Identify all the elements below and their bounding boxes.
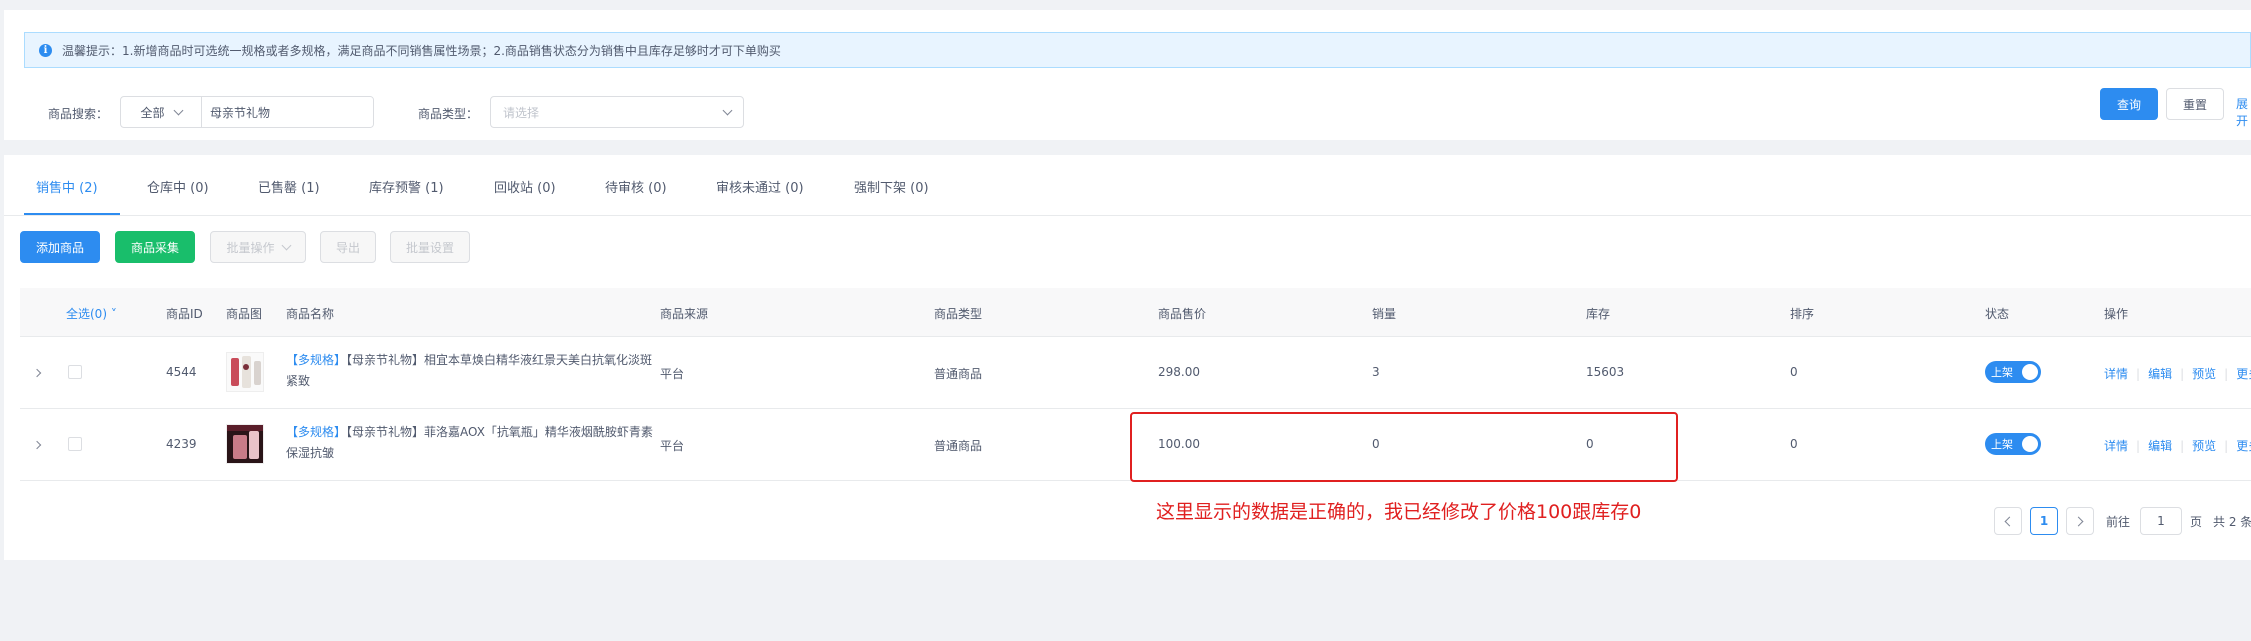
- row-checkbox[interactable]: [68, 365, 82, 379]
- next-page-button[interactable]: [2066, 507, 2094, 535]
- chevron-right-icon: [2073, 516, 2084, 526]
- query-button[interactable]: 查询: [2100, 88, 2158, 120]
- product-sales: 3: [1372, 365, 1380, 379]
- tip-text: 温馨提示：1.新增商品时可选统一规格或者多规格，满足商品不同销售属性场景；2.商…: [62, 43, 781, 58]
- row-actions: 详情|编辑|预览|更多: [2104, 365, 2251, 382]
- search-group: 全部: [120, 96, 374, 128]
- more-link[interactable]: 更多: [2236, 439, 2251, 453]
- search-card: i 温馨提示：1.新增商品时可选统一规格或者多规格，满足商品不同销售属性场景；2…: [4, 10, 2251, 140]
- row-actions: 详情|编辑|预览|更多: [2104, 437, 2251, 454]
- tab-sold-out[interactable]: 已售罄 (1): [258, 177, 320, 196]
- search-input[interactable]: [202, 97, 373, 127]
- product-source: 平台: [660, 439, 685, 453]
- product-name[interactable]: 【多规格】【母亲节礼物】菲洛嘉AOX「抗氧瓶」精华液烟酰胺虾青素保湿抗皱: [286, 422, 654, 464]
- preview-link[interactable]: 预览: [2192, 367, 2216, 381]
- table-row: 4544 【多规格】【母亲节礼物】相宜本草焕白精华液红景天美白抗氧化淡斑紧致 平…: [20, 337, 2251, 409]
- tab-warehouse[interactable]: 仓库中 (0): [147, 177, 209, 196]
- product-id: 4239: [166, 437, 197, 451]
- col-status: 状态: [1985, 307, 2010, 321]
- table-header: 全选(0) ˅ 商品ID 商品图 商品名称 商品来源 商品类型 商品售价 销量 …: [20, 288, 2251, 337]
- search-label: 商品搜索：: [48, 107, 109, 121]
- tab-on-sale[interactable]: 销售中 (2): [36, 177, 98, 196]
- chevron-down-icon: [173, 105, 183, 115]
- page-unit: 页: [2190, 515, 2203, 529]
- prev-page-button[interactable]: [1994, 507, 2022, 535]
- col-source: 商品来源: [660, 307, 709, 321]
- col-stock: 库存: [1586, 307, 1611, 321]
- preview-link[interactable]: 预览: [2192, 439, 2216, 453]
- tab-forced-off-shelf[interactable]: 强制下架 (0): [854, 177, 929, 196]
- status-switch[interactable]: 上架: [1985, 361, 2041, 383]
- type-label: 商品类型：: [418, 107, 479, 121]
- chevron-right-icon[interactable]: [32, 368, 42, 378]
- tab-review-rejected[interactable]: 审核未通过 (0): [716, 177, 804, 196]
- edit-link[interactable]: 编辑: [2148, 367, 2172, 381]
- select-all-toggle[interactable]: 全选(0) ˅: [66, 305, 117, 322]
- expand-link[interactable]: 展开: [2236, 95, 2251, 129]
- status-switch[interactable]: 上架: [1985, 433, 2041, 455]
- tab-recycle-bin[interactable]: 回收站 (0): [494, 177, 556, 196]
- product-name[interactable]: 【多规格】【母亲节礼物】相宜本草焕白精华液红景天美白抗氧化淡斑紧致: [286, 350, 654, 392]
- product-list-card: 销售中 (2) 仓库中 (0) 已售罄 (1) 库存预警 (1) 回收站 (0)…: [4, 155, 2251, 560]
- tip-notice: i 温馨提示：1.新增商品时可选统一规格或者多规格，满足商品不同销售属性场景；2…: [24, 32, 2251, 68]
- detail-link[interactable]: 详情: [2104, 367, 2128, 381]
- type-select[interactable]: 请选择: [490, 96, 744, 128]
- status-tabs: 销售中 (2) 仓库中 (0) 已售罄 (1) 库存预警 (1) 回收站 (0)…: [4, 155, 2251, 216]
- col-actions: 操作: [2104, 307, 2129, 321]
- row-checkbox[interactable]: [68, 437, 82, 451]
- reset-button[interactable]: 重置: [2166, 88, 2224, 120]
- product-sort: 0: [1790, 365, 1798, 379]
- search-scope-select[interactable]: 全部: [121, 97, 202, 127]
- more-link[interactable]: 更多: [2236, 367, 2251, 381]
- search-scope-value: 全部: [140, 105, 165, 120]
- chevron-right-icon[interactable]: [32, 440, 42, 450]
- col-name: 商品名称: [286, 307, 335, 321]
- product-source: 平台: [660, 367, 685, 381]
- product-id: 4544: [166, 365, 197, 379]
- chevron-left-icon: [2004, 516, 2015, 526]
- batch-settings-button[interactable]: 批量设置: [390, 231, 470, 263]
- add-product-button[interactable]: 添加商品: [20, 231, 100, 263]
- col-id: 商品ID: [166, 307, 203, 321]
- product-stock: 15603: [1586, 365, 1625, 379]
- edit-link[interactable]: 编辑: [2148, 439, 2172, 453]
- goto-label: 前往: [2106, 515, 2131, 529]
- page-1-button[interactable]: 1: [2030, 507, 2058, 535]
- info-icon: i: [39, 43, 52, 57]
- tab-pending-review[interactable]: 待审核 (0): [605, 177, 667, 196]
- export-button[interactable]: 导出: [320, 231, 376, 263]
- col-price: 商品售价: [1158, 307, 1207, 321]
- product-type: 普通商品: [934, 367, 983, 381]
- batch-operation-label: 批量操作: [226, 240, 275, 255]
- chevron-down-icon: [722, 105, 733, 115]
- col-type: 商品类型: [934, 307, 983, 321]
- spec-tag: 【多规格】: [286, 353, 347, 367]
- active-tab-indicator: [24, 213, 120, 215]
- type-placeholder: 请选择: [503, 105, 540, 120]
- col-image: 商品图: [226, 307, 263, 321]
- detail-link[interactable]: 详情: [2104, 439, 2128, 453]
- product-type: 普通商品: [934, 439, 983, 453]
- col-sort: 排序: [1790, 307, 1815, 321]
- tab-stock-warning[interactable]: 库存预警 (1): [369, 177, 444, 196]
- collect-product-button[interactable]: 商品采集: [115, 231, 195, 263]
- annotation-highlight-box: [1130, 412, 1678, 482]
- total-count: 共 2 条: [2213, 515, 2251, 529]
- pagination: 1 前往 页 共 2 条: [1994, 507, 2251, 535]
- product-price: 298.00: [1158, 365, 1200, 379]
- batch-operation-button[interactable]: 批量操作: [210, 231, 306, 263]
- goto-page-input[interactable]: [2140, 507, 2182, 535]
- product-thumbnail[interactable]: [226, 352, 264, 392]
- product-sort: 0: [1790, 437, 1798, 451]
- annotation-text: 这里显示的数据是正确的，我已经修改了价格100跟库存0: [1156, 501, 1642, 523]
- product-thumbnail[interactable]: [226, 424, 264, 464]
- chevron-down-icon: [281, 240, 291, 250]
- spec-tag: 【多规格】: [286, 425, 347, 439]
- col-sales: 销量: [1372, 307, 1397, 321]
